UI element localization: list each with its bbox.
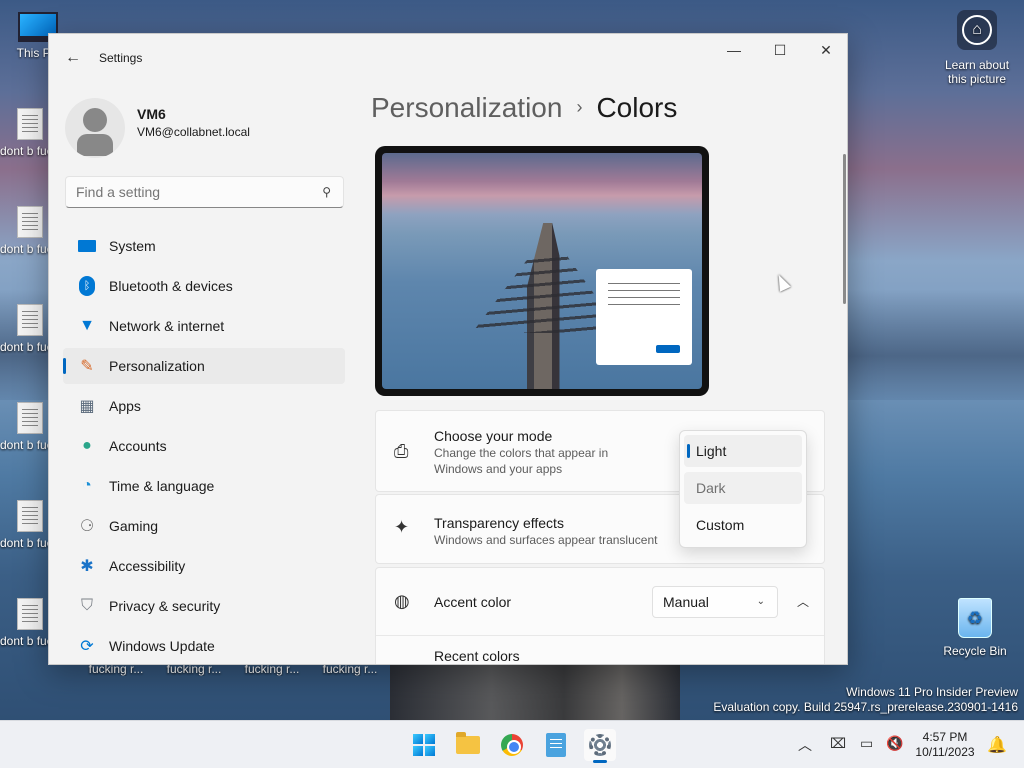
sidebar-item-windows-update[interactable]: ⟳ Windows Update xyxy=(63,628,345,664)
sidebar-item-apps[interactable]: ▦ Apps xyxy=(63,388,345,424)
mode-option-light[interactable]: Light xyxy=(684,435,802,467)
apps-icon: ▦ xyxy=(79,398,95,415)
document-icon xyxy=(17,500,43,532)
chevron-up-icon[interactable]: ︿ xyxy=(788,586,818,618)
search-icon[interactable]: ⚲ xyxy=(322,185,331,199)
search-input[interactable] xyxy=(76,184,306,200)
mode-dropdown-menu: Light Dark Custom xyxy=(679,430,807,548)
sidebar-item-accounts[interactable]: ● Accounts xyxy=(63,428,345,464)
sidebar-item-network[interactable]: ▼ Network & internet xyxy=(63,308,345,344)
folder-icon xyxy=(456,732,480,754)
sidebar-item-accessibility[interactable]: ✱ Accessibility xyxy=(63,548,345,584)
shield-icon: ⛉ xyxy=(80,597,93,614)
breadcrumb-parent[interactable]: Personalization xyxy=(371,92,562,123)
accent-card[interactable]: ◍ Accent color Manual ⌄ ︿ Recent colors xyxy=(375,567,825,664)
recycle-bin-icon: ♻ xyxy=(958,598,992,638)
accent-title: Accent color xyxy=(434,594,512,610)
settings-window: ← Settings — ☐ ✕ VM6 VM6@collabnet.local… xyxy=(48,33,848,665)
mode-option-custom[interactable]: Custom xyxy=(684,509,802,541)
theme-preview xyxy=(375,146,709,396)
breadcrumb-separator: › xyxy=(576,97,583,117)
gamepad-icon: ⚆ xyxy=(79,518,95,535)
sidebar-item-system[interactable]: System xyxy=(63,228,345,264)
transparency-title: Transparency effects xyxy=(434,515,564,531)
avatar xyxy=(65,98,125,158)
person-icon: ● xyxy=(82,437,92,454)
close-button[interactable]: ✕ xyxy=(803,34,847,66)
sidebar-item-gaming[interactable]: ⚆ Gaming xyxy=(63,508,345,544)
user-email: VM6@collabnet.local xyxy=(137,125,250,139)
sidebar-item-privacy[interactable]: ⛉ Privacy & security xyxy=(63,588,345,624)
preview-wallpaper xyxy=(382,153,702,389)
settings-taskbar-button[interactable] xyxy=(584,729,616,763)
wifi-icon: ▼ xyxy=(79,317,95,334)
bluetooth-icon: ᛒ xyxy=(77,276,97,296)
globe-clock-icon: ◔ xyxy=(82,477,92,494)
mode-option-dark[interactable]: Dark xyxy=(684,472,802,504)
document-icon xyxy=(17,108,43,140)
camera-info-icon: ⌂ xyxy=(957,10,997,50)
paint-bucket-icon: ⎙ xyxy=(394,441,409,461)
preview-window xyxy=(596,269,692,365)
document-icon xyxy=(17,304,43,336)
notepad-icon xyxy=(546,733,566,757)
volume-muted-icon[interactable]: 🔇 xyxy=(886,735,903,752)
chevron-up-icon[interactable]: ︿ xyxy=(798,735,812,755)
breadcrumb: Personalization › Colors xyxy=(371,92,677,124)
minimize-button[interactable]: — xyxy=(711,34,757,66)
sidebar-nav: System ᛒ Bluetooth & devices ▼ Network &… xyxy=(63,228,345,664)
clock-time: 4:57 PM xyxy=(922,730,968,744)
windows-logo-icon xyxy=(413,734,435,756)
taskbar: ︿ ⌧ ▭ 🔇 4:57 PM 10/11/2023 🔔 xyxy=(0,720,1024,768)
clock[interactable]: 4:57 PM 10/11/2023 xyxy=(910,730,980,760)
back-arrow-icon[interactable]: ← xyxy=(63,48,83,68)
scrollbar[interactable] xyxy=(843,154,846,304)
brush-icon: ✎ xyxy=(80,358,94,375)
user-name: VM6 xyxy=(137,106,166,122)
document-icon xyxy=(17,402,43,434)
document-icon xyxy=(17,206,43,238)
document-icon xyxy=(17,598,43,630)
sidebar-item-time-language[interactable]: ◔ Time & language xyxy=(63,468,345,504)
sparkle-icon: ✦ xyxy=(394,517,410,537)
start-button[interactable] xyxy=(408,729,440,761)
palette-icon: ◍ xyxy=(394,591,410,611)
mode-description: Change the colors that appear in Windows… xyxy=(434,446,609,476)
chevron-down-icon: ⌄ xyxy=(756,596,765,607)
learn-about-picture[interactable]: ⌂ Learn about this picture xyxy=(942,10,1012,86)
recycle-bin[interactable]: ♻ Recycle Bin xyxy=(940,598,1010,658)
maximize-button[interactable]: ☐ xyxy=(757,34,803,66)
notepad-button[interactable] xyxy=(540,729,572,761)
recent-colors-label: Recent colors xyxy=(434,648,520,664)
display-icon[interactable]: ▭ xyxy=(860,735,873,752)
wallpaper-pier xyxy=(390,660,680,720)
chrome-icon xyxy=(501,734,523,756)
accent-mode-select[interactable]: Manual ⌄ xyxy=(652,586,778,618)
accessibility-icon: ✱ xyxy=(80,558,94,575)
window-title: Settings xyxy=(99,51,143,65)
mode-title: Choose your mode xyxy=(434,428,553,444)
clock-date: 10/11/2023 xyxy=(915,745,975,759)
transparency-description: Windows and surfaces appear translucent xyxy=(434,533,658,547)
search-box[interactable]: ⚲ xyxy=(65,176,344,208)
sidebar-item-personalization[interactable]: ✎ Personalization xyxy=(63,348,345,384)
sidebar-item-bluetooth[interactable]: ᛒ Bluetooth & devices xyxy=(63,268,345,304)
file-explorer-button[interactable] xyxy=(452,729,484,761)
update-icon: ⟳ xyxy=(80,638,94,655)
network-disconnected-icon[interactable]: ⌧ xyxy=(830,735,846,752)
chrome-button[interactable] xyxy=(496,729,528,761)
title-bar[interactable]: ← Settings — ☐ ✕ xyxy=(49,34,847,82)
system-icon xyxy=(77,236,97,256)
build-watermark: Windows 11 Pro Insider Preview Evaluatio… xyxy=(713,685,1018,714)
gear-icon xyxy=(589,734,611,756)
page-title: Colors xyxy=(596,92,678,123)
notification-bell-icon[interactable]: 🔔 xyxy=(987,735,1007,755)
